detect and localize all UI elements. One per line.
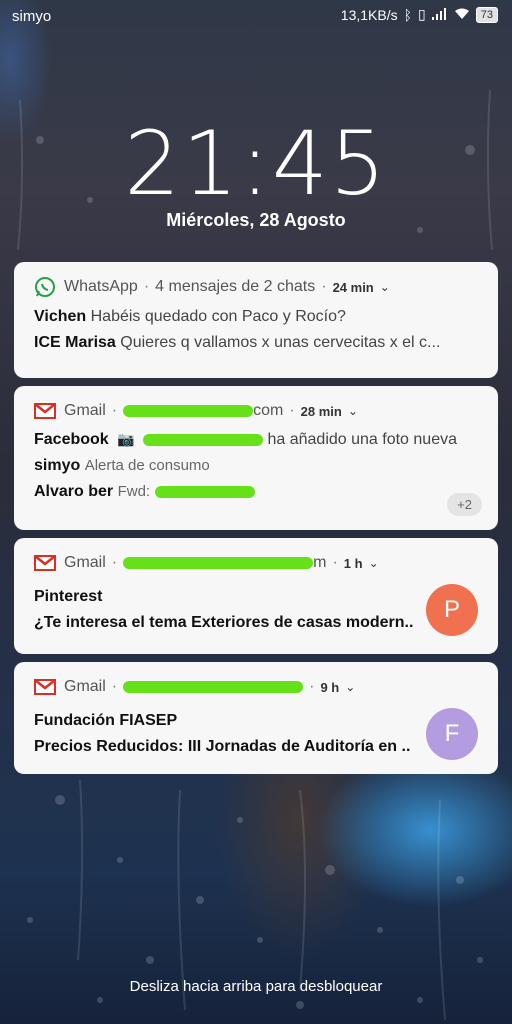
chevron-down-icon[interactable]: ⌄ bbox=[369, 556, 379, 570]
network-speed: 13,1KB/s bbox=[340, 6, 398, 23]
message-text: Fwd: bbox=[117, 483, 151, 500]
message-row: ICE Marisa Quieres q vallamos x unas cer… bbox=[34, 330, 478, 356]
notification-gmail-pinterest[interactable]: Gmail · m · 1 h ⌄ Pinterest ¿Te interesa… bbox=[14, 538, 498, 654]
notification-time: 24 min bbox=[332, 279, 374, 295]
notification-title: Fundación FIASEP bbox=[34, 712, 178, 729]
notification-text: ¿Te interesa el tema Exteriores de casas… bbox=[34, 614, 414, 631]
battery-icon: 73 bbox=[475, 6, 498, 23]
message-row: Vichen Habéis quedado con Paco y Rocío? bbox=[34, 304, 478, 330]
carrier-name: simyo bbox=[12, 8, 52, 25]
status-icons: 13,1KB/s ᛒ ▯ 73 bbox=[341, 6, 498, 23]
app-name: Gmail bbox=[64, 678, 106, 695]
redaction-mark bbox=[143, 433, 264, 446]
redaction-mark bbox=[123, 557, 314, 569]
redaction-mark bbox=[123, 405, 254, 417]
notification-summary: 4 mensajes de 2 chats bbox=[155, 278, 316, 295]
notification-gmail-1[interactable]: Gmail · com · 28 min ⌄ Facebook 📷 ha aña… bbox=[14, 386, 498, 530]
status-bar: simyo 13,1KB/s ᛒ ▯ 73 bbox=[0, 0, 512, 32]
notification-title-row: Fundación FIASEP bbox=[34, 708, 414, 734]
avatar-letter: F bbox=[444, 720, 460, 747]
message-text: Quieres q vallamos x unas cervecitas x e… bbox=[120, 334, 441, 351]
unlock-hint[interactable]: Desliza hacia arriba para desbloquear bbox=[0, 978, 512, 995]
message-text: Habéis quedado con Paco y Rocío? bbox=[90, 308, 346, 325]
battery-level: 73 bbox=[480, 8, 493, 21]
gmail-icon bbox=[34, 400, 56, 422]
lockscreen-date: Miércoles, 28 Agosto bbox=[166, 210, 346, 230]
app-name: WhatsApp bbox=[64, 278, 138, 295]
account-suffix: m bbox=[313, 554, 327, 571]
camera-icon: 📷 bbox=[117, 431, 135, 447]
wifi-icon bbox=[454, 7, 470, 23]
notification-text-row: Precios Reducidos: III Jornadas de Audit… bbox=[34, 734, 424, 760]
account-suffix: com bbox=[253, 402, 284, 419]
app-name: Gmail bbox=[64, 402, 106, 419]
gmail-icon bbox=[34, 676, 56, 698]
notification-time: 28 min bbox=[300, 403, 342, 419]
redaction-mark bbox=[154, 485, 255, 498]
notification-text-row: ¿Te interesa el tema Exteriores de casas… bbox=[34, 610, 424, 636]
chevron-down-icon[interactable]: ⌄ bbox=[380, 280, 390, 294]
avatar: F bbox=[426, 708, 478, 760]
message-row: simyo Alerta de consumo bbox=[34, 453, 478, 479]
notification-gmail-fiasep[interactable]: Gmail · · 9 h ⌄ Fundación FIASEP Precios… bbox=[14, 662, 498, 774]
redaction-mark bbox=[123, 681, 304, 693]
notification-text: Precios Reducidos: III Jornadas de Audit… bbox=[34, 738, 411, 755]
app-name: Gmail bbox=[64, 554, 106, 571]
message-sender: Vichen bbox=[34, 308, 87, 325]
message-sender: simyo bbox=[34, 457, 81, 474]
notification-title: Pinterest bbox=[34, 588, 103, 605]
message-sender: Alvaro ber bbox=[34, 483, 114, 500]
avatar: P bbox=[426, 584, 478, 636]
notification-whatsapp[interactable]: WhatsApp · 4 mensajes de 2 chats · 24 mi… bbox=[14, 262, 498, 378]
notification-header: Gmail · com · 28 min ⌄ bbox=[34, 400, 478, 422]
signal-icon bbox=[431, 7, 448, 23]
message-sender: Facebook bbox=[34, 431, 109, 448]
chevron-down-icon[interactable]: ⌄ bbox=[348, 404, 358, 418]
chevron-down-icon[interactable]: ⌄ bbox=[345, 680, 355, 694]
notification-time: 1 h bbox=[343, 555, 363, 571]
notification-header: WhatsApp · 4 mensajes de 2 chats · 24 mi… bbox=[34, 276, 478, 298]
message-row: Facebook 📷 ha añadido una foto nueva bbox=[34, 426, 478, 453]
notification-header: Gmail · · 9 h ⌄ bbox=[34, 676, 478, 698]
notification-header: Gmail · m · 1 h ⌄ bbox=[34, 552, 478, 574]
message-row: Alvaro ber Fwd: bbox=[34, 479, 478, 505]
message-sender: ICE Marisa bbox=[34, 334, 116, 351]
whatsapp-icon bbox=[34, 276, 56, 298]
avatar-letter: P bbox=[443, 596, 460, 623]
more-count-badge[interactable]: +2 bbox=[447, 493, 482, 516]
notification-title-row: Pinterest bbox=[34, 584, 414, 610]
message-text: ha añadido una foto nueva bbox=[267, 431, 457, 448]
message-text: Alerta de consumo bbox=[84, 457, 210, 474]
notification-time: 9 h bbox=[320, 679, 340, 695]
bluetooth-icon: ᛒ bbox=[403, 6, 413, 23]
vibrate-icon: ▯ bbox=[418, 6, 426, 22]
gmail-icon bbox=[34, 552, 56, 574]
lockscreen-clock: 21:45 bbox=[124, 112, 388, 215]
